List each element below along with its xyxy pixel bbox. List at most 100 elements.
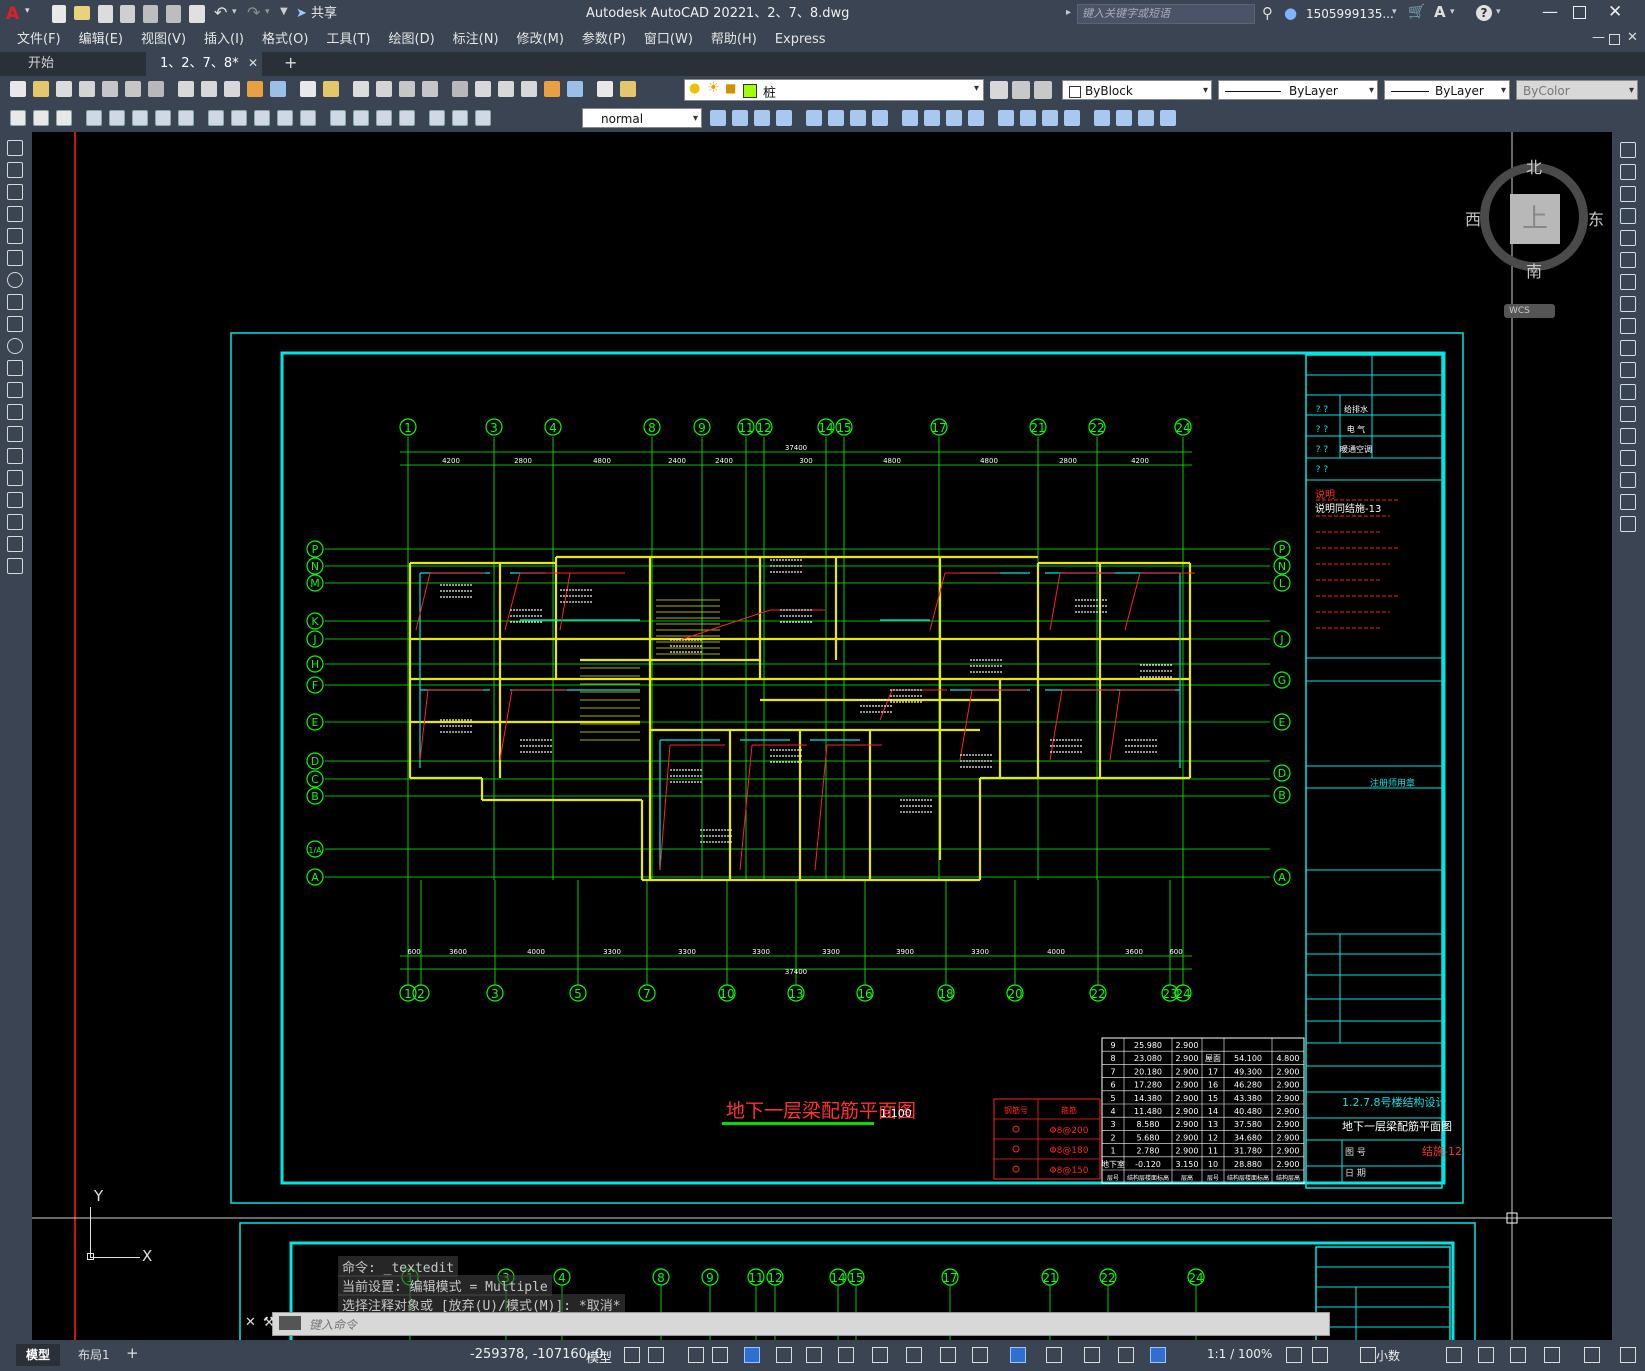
- snap-icon[interactable]: [648, 1347, 664, 1363]
- annotation-monitor-icon[interactable]: [1312, 1347, 1328, 1363]
- ellipse-icon[interactable]: [7, 338, 23, 354]
- open-file-icon[interactable]: [74, 6, 90, 20]
- baseline-icon[interactable]: [231, 110, 247, 126]
- isodraft-icon[interactable]: [806, 1347, 822, 1363]
- annotation-scale[interactable]: 1:1 / 100%: [1207, 1347, 1272, 1361]
- color-control[interactable]: ByBlock ▾: [1062, 80, 1212, 100]
- grid-icon[interactable]: [624, 1347, 640, 1363]
- new-tab-icon[interactable]: +: [284, 53, 297, 72]
- auto-scale-icon[interactable]: [1118, 1347, 1134, 1363]
- viewcube-top-face[interactable]: 上: [1510, 194, 1560, 244]
- point-icon[interactable]: [7, 426, 23, 442]
- tab-close-icon[interactable]: ✕: [248, 56, 258, 70]
- cart-icon[interactable]: 🛒: [1408, 4, 1425, 20]
- dim-space-icon[interactable]: [277, 110, 293, 126]
- tab-document[interactable]: 1、2、7、8*: [146, 52, 262, 76]
- zoom-previous-icon[interactable]: [422, 81, 438, 97]
- menu-item[interactable]: 窗口(W): [635, 28, 702, 52]
- tool-palettes-icon[interactable]: [498, 81, 514, 97]
- tab-layout1[interactable]: 布局1: [70, 1344, 118, 1366]
- properties-icon[interactable]: [452, 81, 468, 97]
- menu-item[interactable]: 标注(N): [444, 28, 508, 52]
- group-edit-icon[interactable]: [946, 110, 962, 126]
- new-file-icon[interactable]: [52, 5, 66, 23]
- array-icon[interactable]: [1620, 230, 1636, 246]
- dim-angular-icon[interactable]: [178, 110, 194, 126]
- make-current-icon[interactable]: [1034, 81, 1052, 99]
- menu-item[interactable]: 参数(P): [573, 28, 635, 52]
- fillet-icon[interactable]: [1620, 472, 1636, 488]
- cut-icon[interactable]: [178, 81, 194, 97]
- save-web-icon[interactable]: [166, 5, 181, 23]
- maximize-icon[interactable]: [1573, 6, 1586, 19]
- dim-jogged-icon[interactable]: [132, 110, 148, 126]
- menu-item[interactable]: 插入(I): [195, 28, 253, 52]
- polyline-icon[interactable]: [7, 184, 23, 200]
- selection-cycling-icon[interactable]: [972, 1347, 988, 1363]
- new-icon[interactable]: [10, 81, 26, 97]
- help-icon[interactable]: ?: [1476, 5, 1492, 21]
- wcs-menu[interactable]: WCS: [1504, 304, 1555, 318]
- dim-aligned-icon[interactable]: [33, 110, 49, 126]
- command-close-icon[interactable]: ✕: [245, 1315, 256, 1330]
- layer-control[interactable]: ● ☀ ■ 桩 ▾: [684, 79, 984, 101]
- mtext-icon[interactable]: [7, 536, 23, 552]
- customize-qat-icon[interactable]: ▼: [280, 6, 288, 17]
- explode-icon[interactable]: [1620, 516, 1636, 532]
- annotation-scale-icon[interactable]: [1150, 1347, 1166, 1363]
- dim-arc-icon[interactable]: [56, 110, 72, 126]
- redo-dropdown-icon[interactable]: ▾: [265, 7, 270, 17]
- viewcube-south[interactable]: 南: [1526, 258, 1542, 282]
- linetype-control[interactable]: ByLayer ▾: [1218, 80, 1378, 100]
- plot-icon[interactable]: [189, 5, 205, 23]
- lineweight-control[interactable]: ByLayer ▾: [1384, 80, 1510, 100]
- osnap-icon[interactable]: [872, 1347, 888, 1363]
- doc-restore-icon[interactable]: [1609, 34, 1620, 45]
- quick-dim-icon[interactable]: [208, 110, 224, 126]
- bring-above-icon[interactable]: [754, 110, 770, 126]
- send-back-icon[interactable]: [732, 110, 748, 126]
- spline-icon[interactable]: [7, 316, 23, 332]
- redo-icon[interactable]: [323, 81, 339, 97]
- sheet-set-icon[interactable]: [521, 81, 537, 97]
- line-icon[interactable]: [7, 140, 23, 156]
- zoom-realtime-icon[interactable]: [376, 81, 392, 97]
- redo-icon[interactable]: ↷: [247, 3, 260, 22]
- menu-item[interactable]: 修改(M): [508, 28, 573, 52]
- continue-icon[interactable]: [254, 110, 270, 126]
- command-prompt-icon[interactable]: [279, 1316, 301, 1330]
- lock-ui-icon[interactable]: [1478, 1347, 1494, 1363]
- zoom-window-icon[interactable]: [399, 81, 415, 97]
- layer-previous-icon[interactable]: [1012, 81, 1030, 99]
- extend-icon[interactable]: [1620, 362, 1636, 378]
- units-setting[interactable]: 小数: [1376, 1347, 1400, 1364]
- search-expand-icon[interactable]: ▸: [1066, 7, 1071, 18]
- menu-item[interactable]: 文件(F): [8, 28, 70, 52]
- quickcalc-icon[interactable]: [567, 81, 583, 97]
- menu-item[interactable]: 格式(O): [253, 28, 317, 52]
- match-properties-icon[interactable]: [247, 81, 263, 97]
- transparency-icon[interactable]: [940, 1347, 956, 1363]
- viewcube-west[interactable]: 西: [1465, 206, 1481, 230]
- dim-linear-icon[interactable]: [10, 110, 26, 126]
- region-icon[interactable]: [7, 492, 23, 508]
- move-icon[interactable]: [1620, 252, 1636, 268]
- text-front-icon[interactable]: [806, 110, 822, 126]
- dim-ordinate-icon[interactable]: [86, 110, 102, 126]
- units-icon[interactable]: [1360, 1347, 1376, 1363]
- clean-screen-icon[interactable]: [1584, 1347, 1600, 1363]
- copy-clip-icon[interactable]: [998, 110, 1014, 126]
- doc-minimize-icon[interactable]: —: [1592, 30, 1605, 45]
- polar-icon[interactable]: [776, 1347, 792, 1363]
- group-select-icon[interactable]: [968, 110, 984, 126]
- wrench-icon[interactable]: ⚒: [263, 1315, 275, 1330]
- frames-icon[interactable]: [1094, 110, 1110, 126]
- copy-object-icon[interactable]: [1620, 164, 1636, 180]
- app-menu-chevron-icon[interactable]: ▾: [25, 6, 30, 16]
- tab-start[interactable]: 开始: [14, 52, 68, 76]
- dynamic-input-icon[interactable]: [1046, 1347, 1062, 1363]
- menu-item[interactable]: 编辑(E): [70, 28, 132, 52]
- menu-item[interactable]: 工具(T): [317, 28, 379, 52]
- user-name[interactable]: 1505999135...: [1306, 0, 1394, 28]
- plot-preview-icon[interactable]: [102, 81, 118, 97]
